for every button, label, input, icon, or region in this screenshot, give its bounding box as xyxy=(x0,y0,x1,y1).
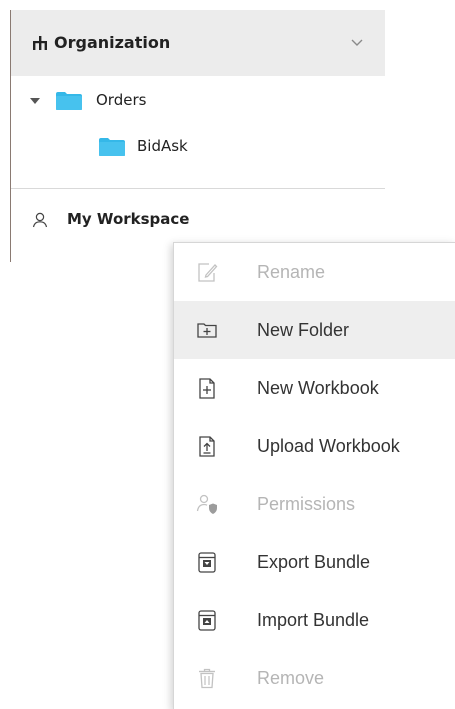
menu-item-label: New Folder xyxy=(257,320,350,340)
caret-down-icon[interactable] xyxy=(30,97,40,105)
upload-workbook-icon xyxy=(199,436,215,457)
export-bundle-icon xyxy=(198,552,216,573)
tree-node-label: BidAsk xyxy=(137,137,188,155)
tree-node-label: Orders xyxy=(96,91,147,109)
remove-icon xyxy=(199,668,215,689)
folder-tree-panel: Organization Orders BidAsk My Workspace xyxy=(10,10,385,262)
menu-item-new-workbook[interactable]: New Workbook xyxy=(174,359,455,417)
my-workspace-label: My Workspace xyxy=(67,210,190,228)
new-folder-icon xyxy=(197,323,217,338)
tree-node-bidask[interactable]: BidAsk xyxy=(11,132,385,162)
menu-item-label: Import Bundle xyxy=(257,610,370,630)
permissions-icon xyxy=(196,494,217,514)
menu-item-permissions[interactable]: Permissions xyxy=(174,475,455,533)
my-workspace-item[interactable]: My Workspace xyxy=(11,208,385,234)
organization-header[interactable]: Organization xyxy=(11,10,385,76)
organization-title: Organization xyxy=(54,33,171,52)
import-bundle-icon xyxy=(198,610,216,631)
menu-item-label: Export Bundle xyxy=(257,552,371,572)
divider xyxy=(11,188,385,189)
folder-icon xyxy=(56,92,82,110)
menu-item-label: Remove xyxy=(257,668,325,688)
page: Organization Orders BidAsk My Workspace … xyxy=(0,0,455,709)
menu-item-label: New Workbook xyxy=(257,378,379,398)
menu-item-export-bundle[interactable]: Export Bundle xyxy=(174,533,455,591)
menu-item-upload-workbook[interactable]: Upload Workbook xyxy=(174,417,455,475)
menu-item-new-folder[interactable]: New Folder xyxy=(174,301,455,359)
menu-item-label: Permissions xyxy=(257,494,356,514)
org-hierarchy-icon xyxy=(33,36,47,50)
menu-item-label: Upload Workbook xyxy=(257,436,400,456)
menu-item-remove[interactable]: Remove xyxy=(174,649,455,707)
chevron-down-icon[interactable] xyxy=(351,39,363,47)
context-menu: Rename New Folder New Workbook Upload Wo… xyxy=(173,242,455,709)
user-icon xyxy=(32,212,48,228)
new-workbook-icon xyxy=(199,378,215,399)
tree-node-orders[interactable]: Orders xyxy=(11,86,385,116)
rename-icon xyxy=(198,263,218,282)
folder-icon xyxy=(99,138,125,156)
menu-item-rename[interactable]: Rename xyxy=(174,243,455,301)
menu-item-import-bundle[interactable]: Import Bundle xyxy=(174,591,455,649)
menu-item-label: Rename xyxy=(257,262,326,282)
